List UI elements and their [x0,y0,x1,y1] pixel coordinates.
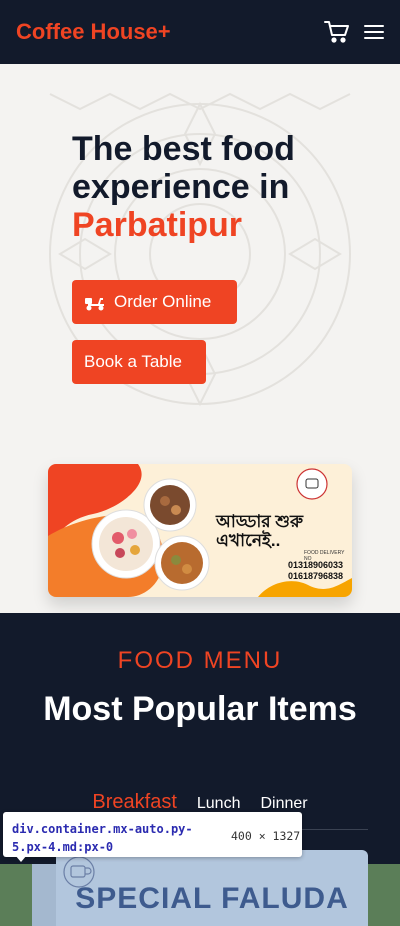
brand-logo[interactable]: Coffee House+ [16,19,171,45]
top-navbar: Coffee House+ [0,0,400,64]
order-online-button[interactable]: Order Online [72,280,237,324]
menu-item-card[interactable]: SPECIAL FALUDA [56,850,368,926]
promo-heading-line2: এখানেই.. [216,531,281,550]
menu-tabs: Breakfast Lunch Dinner [0,791,400,814]
scooter-icon [85,298,104,311]
hero-headline: The best food experience in Parbatipur [72,130,372,244]
book-table-label: Book a Table [84,352,182,371]
cart-icon[interactable] [324,20,350,44]
promo-heading: আড্ডার শুরু এখানেই.. [216,512,303,550]
promo-phone-1: 01318906033 [288,560,344,570]
promo-phone-2: 01618796838 [288,571,344,581]
devtools-inspector-tooltip: div.container.mx-auto.py-5.px-4.md:px-0 … [3,812,302,862]
hero-headline-city: Parbatipur [72,206,243,244]
menu-title: Most Popular Items [43,690,357,728]
tab-lunch[interactable]: Lunch [197,795,241,813]
hamburger-icon[interactable] [364,24,384,40]
promo-heading-line1: আড্ডার শুরু [216,512,304,531]
tab-breakfast[interactable]: Breakfast [92,791,176,814]
menu-kicker: FOOD MENU [117,647,283,674]
inspector-selector: div.container.mx-auto.py-5.px-4.md:px-0 [12,822,193,854]
tab-dinner[interactable]: Dinner [260,795,307,813]
hero-section: The best food experience in Parbatipur O… [0,64,400,613]
header-actions [324,20,384,44]
promo-banner[interactable]: আড্ডার শুরু এখানেই.. FOOD DELIVERY NO 01… [48,464,352,597]
book-table-button[interactable]: Book a Table [72,340,206,384]
order-online-label: Order Online [114,292,212,311]
hero-headline-main: The best food experience in [72,130,295,206]
inspector-size: 400 × 1327 [231,829,301,843]
menu-item-title: SPECIAL FALUDA [75,882,349,915]
tooltip-arrow [15,855,27,862]
